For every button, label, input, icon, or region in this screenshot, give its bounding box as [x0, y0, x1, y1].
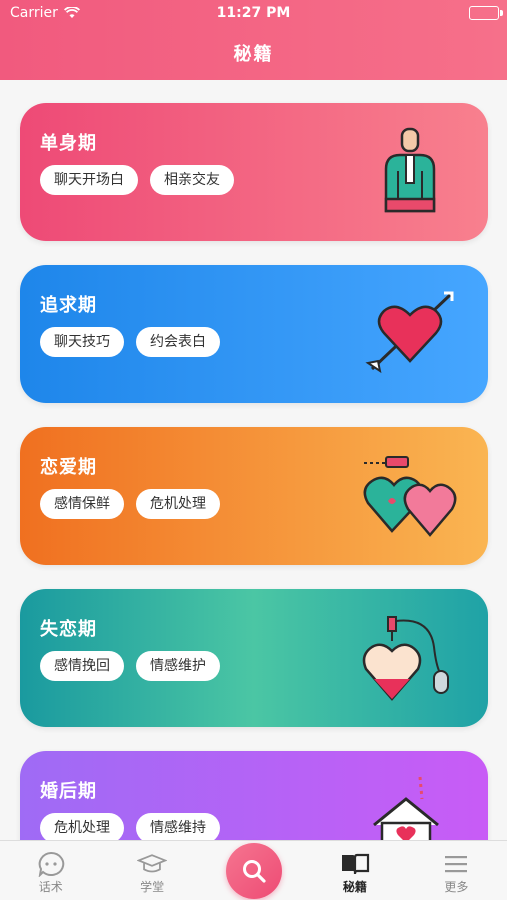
tab-secrets[interactable]: 秘籍	[304, 841, 405, 900]
tag-button[interactable]: 聊天技巧	[40, 327, 124, 357]
card-breakup[interactable]: 失恋期 感情挽回 情感维护	[20, 589, 488, 727]
tag-button[interactable]: 相亲交友	[150, 165, 234, 195]
card-title: 婚后期	[40, 781, 97, 802]
battery-icon	[469, 6, 503, 20]
tab-label: 学堂	[140, 880, 165, 894]
tab-school[interactable]: 学堂	[101, 841, 202, 900]
chat-bubble-icon	[36, 850, 66, 878]
card-title: 单身期	[40, 133, 97, 154]
status-bar: Carrier 11:27 PM	[0, 0, 507, 28]
tag-button[interactable]: 感情挽回	[40, 651, 124, 681]
tab-scripts[interactable]: 话术	[0, 841, 101, 900]
search-icon	[243, 860, 266, 883]
heart-bottle-icon	[362, 616, 449, 701]
tab-label: 更多	[444, 880, 469, 894]
graduation-cap-icon	[137, 850, 168, 878]
card-married[interactable]: 婚后期 危机处理 情感维持	[20, 751, 488, 840]
tag-button[interactable]: 感情保鲜	[40, 489, 124, 519]
person-icon	[384, 127, 436, 213]
tab-label: 话术	[38, 880, 63, 894]
tag-button[interactable]: 危机处理	[40, 813, 124, 840]
book-icon	[340, 850, 370, 878]
card-title: 追求期	[40, 295, 97, 316]
search-button[interactable]	[226, 843, 282, 899]
tag-button[interactable]: 情感维持	[136, 813, 220, 840]
app-root: Carrier 11:27 PM 秘籍 单身期 聊天开场白 相亲交友 追求期 聊…	[0, 0, 507, 900]
tag-button[interactable]: 聊天开场白	[40, 165, 138, 195]
tag-button[interactable]: 情感维护	[136, 651, 220, 681]
card-love[interactable]: 恋爱期 感情保鲜 危机处理	[20, 427, 488, 565]
tag-button[interactable]: 危机处理	[136, 489, 220, 519]
status-time: 11:27 PM	[216, 5, 291, 21]
header: Carrier 11:27 PM 秘籍	[0, 0, 507, 80]
card-single[interactable]: 单身期 聊天开场白 相亲交友	[20, 103, 488, 241]
heart-arrow-icon	[365, 291, 454, 374]
house-heart-icon	[373, 776, 439, 840]
tab-label: 秘籍	[342, 880, 367, 894]
card-pursuit[interactable]: 追求期 聊天技巧 约会表白	[20, 265, 488, 403]
page-title: 秘籍	[233, 44, 274, 65]
card-title: 恋爱期	[40, 457, 97, 478]
tab-more[interactable]: 更多	[406, 841, 507, 900]
double-heart-icon	[363, 456, 457, 537]
content-list: 单身期 聊天开场白 相亲交友 追求期 聊天技巧 约会表白 恋爱期 感情保鲜 危机…	[0, 80, 507, 840]
menu-icon	[441, 850, 471, 878]
card-title: 失恋期	[40, 619, 97, 640]
tag-button[interactable]: 约会表白	[136, 327, 220, 357]
